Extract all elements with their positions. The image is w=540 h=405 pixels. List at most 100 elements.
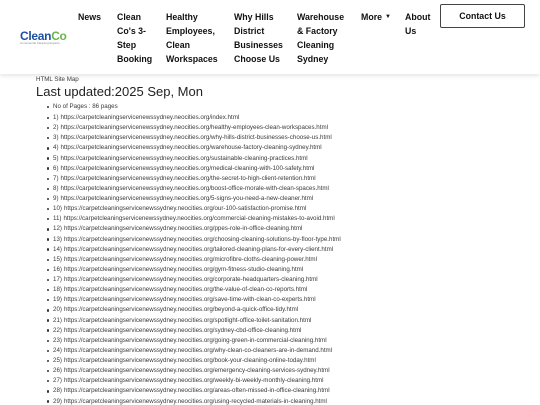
list-item-number: 21) bbox=[53, 316, 62, 324]
list-item: 10) https://carpetcleaningservicenewssydn… bbox=[47, 204, 341, 214]
list-item: 18) https://carpetcleaningservicenewssydn… bbox=[47, 285, 341, 295]
nav-label-line: Warehouse bbox=[297, 12, 345, 22]
sitemap-link[interactable]: https://carpetcleaningservicenewssydney.… bbox=[64, 327, 301, 334]
list-item-number: 6) bbox=[53, 164, 59, 172]
nav-label-line: Step bbox=[117, 40, 137, 50]
site-logo[interactable]: CleanCo Commercial Cleaning Experts bbox=[20, 30, 67, 46]
list-item-number: 25) bbox=[53, 357, 62, 364]
sitemap-link[interactable]: https://carpetcleaningservicenewssydney.… bbox=[61, 175, 316, 182]
sitemap-link[interactable]: https://carpetcleaningservicenewssydney.… bbox=[61, 144, 322, 151]
sitemap-link[interactable]: https://carpetcleaningservicenewssydney.… bbox=[64, 347, 332, 354]
nav-label-line: Cleaning bbox=[297, 40, 335, 50]
list-item: 4) https://carpetcleaningservicenewssydne… bbox=[47, 143, 341, 153]
nav-label-line: District bbox=[234, 26, 265, 36]
sitemap-link[interactable]: https://carpetcleaningservicenewssydney.… bbox=[64, 286, 307, 293]
nav-label: News bbox=[78, 12, 101, 22]
sitemap-link[interactable]: https://carpetcleaningservicenewssydney.… bbox=[61, 134, 332, 141]
list-item: 3) https://carpetcleaningservicenewssydne… bbox=[47, 133, 341, 143]
list-item-number: 13) bbox=[53, 235, 62, 243]
list-item-number: 9) bbox=[53, 195, 59, 202]
sitemap-link[interactable]: https://carpetcleaningservicenewssydney.… bbox=[64, 337, 327, 344]
nav-label-line: & Factory bbox=[297, 26, 338, 36]
list-item-number: 23) bbox=[53, 336, 62, 344]
site-header: CleanCo Commercial Cleaning Experts News… bbox=[0, 0, 540, 74]
nav-about-us[interactable]: About Us bbox=[405, 10, 430, 38]
list-item: 26) https://carpetcleaningservicenewssydn… bbox=[47, 366, 341, 376]
sitemap-link[interactable]: https://carpetcleaningservicenewssydney.… bbox=[64, 266, 303, 273]
list-item-number: 3) bbox=[53, 134, 59, 142]
nav-label-line: Booking bbox=[117, 54, 153, 64]
sitemap-link[interactable]: https://carpetcleaningservicenewssydney.… bbox=[61, 165, 315, 172]
nav-label-line: About bbox=[405, 12, 431, 22]
list-item: 21) https://carpetcleaningservicenewssydn… bbox=[47, 316, 341, 326]
list-item-number: 19) bbox=[53, 296, 62, 304]
list-item-number: 20) bbox=[53, 306, 62, 314]
sitemap-link[interactable]: https://carpetcleaningservicenewssydney.… bbox=[61, 195, 314, 202]
nav-label-line: Us bbox=[405, 26, 417, 36]
nav-label-line: Businesses bbox=[234, 40, 283, 50]
nav-label-line: Clean bbox=[166, 40, 190, 50]
nav-healthy-employees[interactable]: Healthy Employees, Clean Workspaces bbox=[166, 10, 218, 66]
list-item-number: 22) bbox=[53, 326, 62, 334]
sitemap-link[interactable]: https://carpetcleaningservicenewssydney.… bbox=[64, 377, 324, 384]
list-item-number: 7) bbox=[53, 174, 59, 182]
list-item: 24) https://carpetcleaningservicenewssydn… bbox=[47, 346, 341, 356]
list-item: 20) https://carpetcleaningservicenewssydn… bbox=[47, 305, 341, 315]
sitemap-link[interactable]: https://carpetcleaningservicenewssydney.… bbox=[64, 236, 341, 243]
list-item: 22) https://carpetcleaningservicenewssydn… bbox=[47, 326, 341, 336]
sitemap-link[interactable]: https://carpetcleaningservicenewssydney.… bbox=[64, 296, 316, 303]
sitemap-link[interactable]: https://carpetcleaningservicenewssydney.… bbox=[64, 398, 327, 405]
sitemap-link[interactable]: https://carpetcleaningservicenewssydney.… bbox=[61, 124, 328, 131]
list-item-number: 5) bbox=[53, 154, 59, 162]
sitemap-link[interactable]: https://carpetcleaningservicenewssydney.… bbox=[64, 225, 302, 232]
nav-label-line: Workspaces bbox=[166, 54, 218, 64]
caret-down-icon: ▼ bbox=[385, 14, 391, 20]
nav-news[interactable]: News bbox=[78, 10, 101, 24]
list-item: 19) https://carpetcleaningservicenewssydn… bbox=[47, 295, 341, 305]
page-title: Last updated:2025 Sep, Mon bbox=[36, 84, 203, 99]
sitemap-link[interactable]: https://carpetcleaningservicenewssydney.… bbox=[64, 246, 333, 253]
list-item-number: 2) bbox=[53, 124, 59, 132]
list-item-number: 14) bbox=[53, 245, 62, 253]
list-item: 12) https://carpetcleaningservicenewssydn… bbox=[47, 224, 341, 234]
sitemap-link[interactable]: https://carpetcleaningservicenewssydney.… bbox=[63, 215, 334, 222]
list-item-number: 27) bbox=[53, 377, 62, 385]
list-item: 25) https://carpetcleaningservicenewssydn… bbox=[47, 356, 341, 366]
list-item-number: 4) bbox=[53, 144, 59, 152]
nav-label-line: Co's 3- bbox=[117, 26, 146, 36]
breadcrumb: HTML Site Map bbox=[36, 76, 79, 83]
list-item: 13) https://carpetcleaningservicenewssydn… bbox=[47, 235, 341, 245]
sitemap-link[interactable]: https://carpetcleaningservicenewssydney.… bbox=[64, 317, 311, 324]
sitemap-link[interactable]: https://carpetcleaningservicenewssydney.… bbox=[61, 114, 240, 121]
sitemap-link[interactable]: https://carpetcleaningservicenewssydney.… bbox=[64, 256, 317, 263]
sitemap-link[interactable]: https://carpetcleaningservicenewssydney.… bbox=[64, 306, 298, 313]
sitemap-link[interactable]: https://carpetcleaningservicenewssydney.… bbox=[64, 367, 330, 374]
list-item-number: 16) bbox=[53, 265, 62, 273]
list-item-number: 24) bbox=[53, 346, 62, 354]
list-item: 9) https://carpetcleaningservicenewssydne… bbox=[47, 194, 341, 204]
nav-label-line: Clean bbox=[117, 12, 141, 22]
nav-booking[interactable]: Clean Co's 3- Step Booking bbox=[117, 10, 152, 66]
list-item: 28) https://carpetcleaningservicenewssydn… bbox=[47, 386, 341, 396]
nav-label: More bbox=[361, 12, 383, 22]
sitemap-link[interactable]: https://carpetcleaningservicenewssydney.… bbox=[61, 185, 329, 192]
nav-more-dropdown[interactable]: More ▼ bbox=[361, 10, 391, 24]
list-item-number: 12) bbox=[53, 225, 62, 233]
list-item: 14) https://carpetcleaningservicenewssydn… bbox=[47, 245, 341, 255]
nav-label-line: Sydney bbox=[297, 54, 329, 64]
list-item: 17) https://carpetcleaningservicenewssydn… bbox=[47, 275, 341, 285]
nav-why-hills-district[interactable]: Why Hills District Businesses Choose Us bbox=[234, 10, 283, 66]
list-item-number: 29) bbox=[53, 397, 62, 405]
sitemap-link[interactable]: https://carpetcleaningservicenewssydney.… bbox=[64, 357, 316, 364]
sitemap-link[interactable]: https://carpetcleaningservicenewssydney.… bbox=[64, 205, 306, 212]
list-item-number: 26) bbox=[53, 367, 62, 375]
sitemap-link[interactable]: https://carpetcleaningservicenewssydney.… bbox=[64, 387, 330, 394]
sitemap-link[interactable]: https://carpetcleaningservicenewssydney.… bbox=[61, 155, 308, 162]
sitemap-link[interactable]: https://carpetcleaningservicenewssydney.… bbox=[64, 276, 318, 283]
page-count: No of Pages : 86 pages bbox=[47, 103, 118, 110]
list-item: 23) https://carpetcleaningservicenewssydn… bbox=[47, 336, 341, 346]
logo-tagline: Commercial Cleaning Experts bbox=[20, 41, 60, 45]
nav-warehouse-factory[interactable]: Warehouse & Factory Cleaning Sydney bbox=[297, 10, 344, 66]
list-item-number: 11) bbox=[53, 215, 62, 223]
contact-us-button[interactable]: Contact Us bbox=[440, 4, 525, 28]
